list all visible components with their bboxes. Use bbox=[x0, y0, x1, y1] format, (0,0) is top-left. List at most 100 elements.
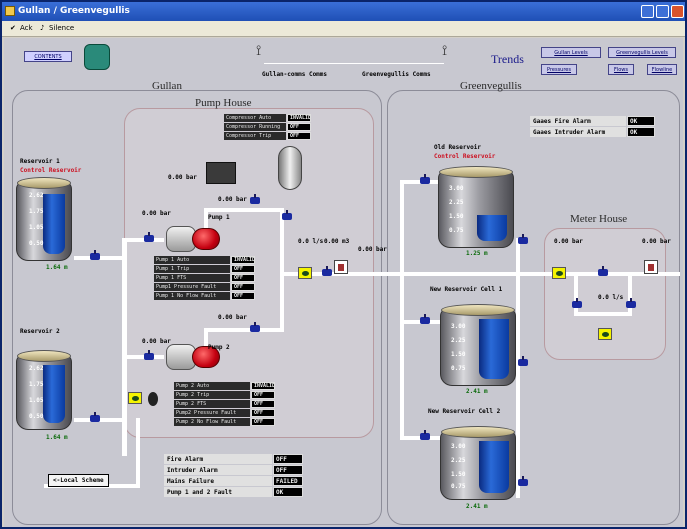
site-alarm-table: Fire Alarm OFF Intruder Alarm OFF Mains Fa… bbox=[164, 454, 303, 498]
pump2-key: Pump 2 Trip bbox=[174, 391, 250, 399]
antenna-icon: ⟟ bbox=[256, 44, 262, 59]
mh-outlet-pressure: 0.00 bar bbox=[642, 238, 671, 245]
maximize-button[interactable] bbox=[656, 5, 669, 18]
compressor-value: OFF bbox=[287, 132, 311, 140]
compressor-key: Compressor Trip bbox=[224, 132, 286, 140]
pump-2-label: Pump 2 bbox=[208, 344, 230, 351]
pump1-key: Pump 1 Trip bbox=[154, 265, 230, 273]
comms-label-1: Gullan-comms Comms bbox=[262, 71, 328, 78]
old-res-inlet-valve-icon[interactable] bbox=[418, 174, 432, 184]
vessel-valve-icon[interactable] bbox=[280, 210, 294, 220]
compressor-status-table: Compressor Auto INVALID Compressor Runnin… bbox=[224, 114, 311, 141]
p2-suction-valve-icon[interactable] bbox=[142, 350, 156, 360]
new1-outlet-valve-icon[interactable] bbox=[516, 356, 530, 366]
flow-meter-icon[interactable] bbox=[298, 267, 312, 279]
pump-1[interactable] bbox=[166, 224, 224, 254]
compressor-valve-icon[interactable] bbox=[248, 194, 262, 204]
reservoir-2-tank[interactable]: 2.62 1.75 1.05 0.50 bbox=[16, 350, 72, 430]
p2-discharge-valve-icon[interactable] bbox=[248, 322, 262, 332]
new-reservoir-cell-1-tank[interactable]: 3.00 2.25 1.50 0.75 bbox=[440, 304, 516, 386]
mh-main-valve-icon[interactable] bbox=[596, 266, 610, 276]
trends-label: Trends bbox=[491, 52, 524, 66]
new2-scale-1: 2.25 bbox=[451, 457, 466, 464]
new1-inlet-valve-icon[interactable] bbox=[418, 314, 432, 324]
old-scale-0: 3.00 bbox=[449, 185, 464, 192]
pump-house-title: Pump House bbox=[195, 97, 252, 109]
mh-flow-readout: 0.0 l/s bbox=[598, 294, 624, 301]
pump1-value: OFF bbox=[231, 292, 255, 300]
pump1-value: OFF bbox=[231, 283, 255, 291]
local-sensor-icon bbox=[148, 392, 158, 406]
local-scheme-button[interactable]: <-Local Scheme bbox=[48, 474, 109, 487]
pressure-vessel-icon[interactable] bbox=[278, 146, 302, 190]
r1-outlet-valve-icon[interactable] bbox=[88, 250, 102, 260]
local-flow-meter-icon[interactable] bbox=[128, 392, 142, 404]
p1-inlet-pressure: 0.00 bar bbox=[142, 210, 171, 217]
new1-scale-3: 0.75 bbox=[451, 365, 466, 372]
telephone-icon[interactable] bbox=[84, 44, 110, 70]
old-reservoir-tank[interactable]: 3.00 2.25 1.50 0.75 bbox=[438, 166, 514, 248]
mh-flow-meter-icon[interactable] bbox=[552, 267, 566, 279]
trunk-valve-icon[interactable] bbox=[320, 266, 334, 276]
comms-link bbox=[264, 63, 444, 64]
gv-alarm-value: OK bbox=[627, 127, 655, 137]
new2-scale-3: 0.75 bbox=[451, 483, 466, 490]
mh-bypass-valve-right-icon[interactable] bbox=[624, 298, 638, 308]
silence-icon[interactable]: ♪ bbox=[40, 24, 44, 32]
new2-scale-0: 3.00 bbox=[451, 443, 466, 450]
compressor-value: OFF bbox=[287, 123, 311, 131]
pump-1-label: Pump 1 bbox=[208, 214, 230, 221]
menu-ack[interactable]: Ack bbox=[20, 24, 33, 32]
trend-button-gullan-levels[interactable]: Gullan Levels bbox=[541, 47, 601, 58]
reservoir-2-water bbox=[43, 365, 65, 423]
mh-bypass-valve-left-icon[interactable] bbox=[570, 298, 584, 308]
compressor-motor-icon[interactable] bbox=[206, 162, 236, 184]
trend-button-pressures[interactable]: Pressures bbox=[541, 64, 577, 75]
p1-suction-valve-icon[interactable] bbox=[142, 232, 156, 242]
pump1-key: Pump 1 No Flow Fault bbox=[154, 292, 230, 300]
gv-alarm-table: Gaaes Fire Alarm OK Gaaes Intruder Alarm O… bbox=[530, 116, 655, 138]
r1-label: Reservoir 1 bbox=[20, 158, 60, 165]
old-scale-3: 0.75 bbox=[449, 227, 464, 234]
new2-inlet-valve-icon[interactable] bbox=[418, 430, 432, 440]
reservoir-1-tank[interactable]: 2.62 1.75 1.05 0.50 bbox=[16, 177, 72, 261]
minimize-button[interactable] bbox=[641, 5, 654, 18]
flow-rate-readout: 0.0 l/s bbox=[298, 238, 324, 245]
ack-icon[interactable]: ✔ bbox=[10, 24, 16, 32]
pump1-value: OFF bbox=[231, 265, 255, 273]
pump1-key: Pump 1 Auto bbox=[154, 256, 230, 264]
new2-outlet-valve-icon[interactable] bbox=[516, 476, 530, 486]
mh-bypass-meter-icon[interactable] bbox=[598, 328, 612, 340]
trend-button-flowline[interactable]: Flowline bbox=[647, 64, 677, 75]
pump2-value: OFF bbox=[251, 400, 275, 408]
close-button[interactable] bbox=[671, 5, 684, 18]
site-alarm-value: FAILED bbox=[273, 476, 303, 486]
new-reservoir-cell-2-tank[interactable]: 3.00 2.25 1.50 0.75 bbox=[440, 426, 516, 500]
r2-outlet-valve-icon[interactable] bbox=[88, 412, 102, 422]
trend-button-greenvegullis-levels[interactable]: Greenvegullis Levels bbox=[608, 47, 676, 58]
pressure-transmitter-icon[interactable] bbox=[334, 260, 348, 274]
mh-bypass-left bbox=[574, 272, 578, 316]
old-res-outlet-valve-icon[interactable] bbox=[516, 234, 530, 244]
old-res-level-readout: 1.25 m bbox=[466, 250, 488, 257]
compressor-pressure-readout: 0.00 bar bbox=[168, 174, 197, 181]
r2-scale-2: 1.05 bbox=[29, 397, 44, 404]
compressor-key: Compressor Running bbox=[224, 123, 286, 131]
gv-alarm-key: Gaaes Intruder Alarm bbox=[530, 127, 626, 137]
tank-lid bbox=[17, 350, 71, 362]
window-title: Gullan / Greenvegullis bbox=[18, 6, 130, 16]
line-pressure-readout: 0.00 bar bbox=[358, 246, 387, 253]
pump-2-status-table: Pump 2 Auto INVALID Pump 2 Trip OFF Pump 2… bbox=[174, 382, 275, 427]
old-res-sublabel: Control Reservoir bbox=[434, 153, 496, 160]
p2-discharge-pressure: 0.00 bar bbox=[218, 314, 247, 321]
gullan-title: Gullan bbox=[152, 80, 182, 92]
menu-silence[interactable]: Silence bbox=[49, 24, 74, 32]
r2-scale-0: 2.62 bbox=[29, 365, 44, 372]
new2-scale-2: 1.50 bbox=[451, 471, 466, 478]
mh-pressure-transmitter-icon[interactable] bbox=[644, 260, 658, 274]
trend-button-flows[interactable]: Flows bbox=[608, 64, 634, 75]
r2-level-readout: 1.64 m bbox=[46, 434, 68, 441]
pump2-value: OFF bbox=[251, 418, 275, 426]
r2-scale-1: 1.75 bbox=[29, 381, 44, 388]
contents-button[interactable]: CONTENTS bbox=[24, 51, 72, 62]
